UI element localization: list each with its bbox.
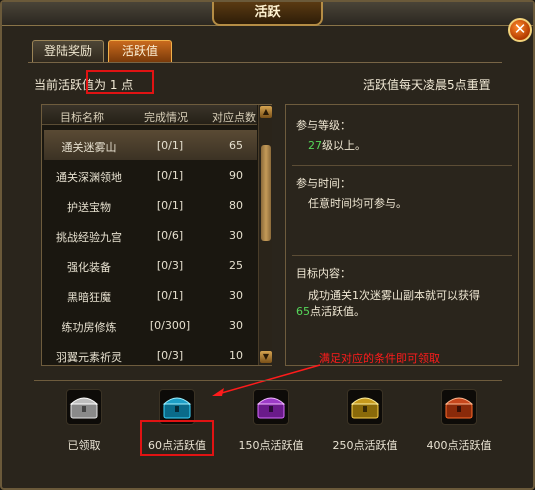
task-list-header: 目标名称 完成情况 对应点数 (42, 105, 257, 125)
chest-icon (66, 389, 102, 425)
header-points: 对应点数 (212, 111, 256, 124)
chest-icon (347, 389, 383, 425)
reward-400[interactable]: 400点活跃值 (419, 381, 499, 453)
table-row[interactable]: 通关迷雾山 [0/1] 65 (44, 130, 257, 160)
task-points: 25 (229, 259, 243, 272)
chest-icon (441, 389, 477, 425)
table-row[interactable]: 通关深渊领地 [0/1] 90 (44, 160, 257, 190)
table-row[interactable]: 练功房修炼 [0/300] 30 (44, 310, 257, 340)
reset-note: 活跃值每天凌晨5点重置 (363, 78, 491, 92)
task-points: 90 (229, 169, 243, 182)
current-points-highlight (86, 70, 154, 94)
task-detail-panel: 参与等级： 27级以上。 参与时间： 任意时间均可参与。 目标内容： 成功通关1… (285, 104, 519, 366)
task-name: 通关迷雾山 (61, 141, 117, 154)
reward-label: 150点活跃值 (238, 439, 304, 452)
task-name: 练功房修炼 (61, 321, 117, 334)
header-target-name: 目标名称 (60, 111, 104, 124)
time-label: 参与时间： (296, 177, 351, 190)
goal-suffix: 点活跃值。 (310, 305, 365, 318)
reward-claimed[interactable]: 已领取 (44, 381, 124, 453)
task-points: 30 (229, 229, 243, 242)
task-name: 强化装备 (67, 261, 111, 274)
task-name: 通关深渊领地 (56, 171, 122, 184)
reward-label: 250点活跃值 (332, 439, 398, 452)
reward-60-highlight (140, 420, 214, 456)
task-progress: [0/3] (156, 259, 184, 272)
reward-label: 已领取 (67, 439, 101, 452)
divider (292, 255, 512, 256)
task-progress: [0/6] (156, 229, 184, 242)
divider (292, 165, 512, 166)
level-value: 27 (308, 139, 322, 152)
scroll-thumb[interactable] (261, 145, 271, 241)
task-name: 黑暗狂魔 (67, 291, 111, 304)
task-progress: [0/1] (156, 169, 184, 182)
task-name: 挑战经验九宫 (56, 231, 122, 244)
window-title: 活跃 (212, 2, 323, 26)
goal-line-2: 65点活跃值。 (296, 303, 365, 319)
header-completion: 完成情况 (144, 111, 188, 124)
close-button[interactable]: ✕ (508, 18, 532, 42)
reward-label: 400点活跃值 (426, 439, 492, 452)
reward-bar: 已领取 60点活跃值 150点活跃值 250点活跃值 400点活跃值 (34, 380, 502, 460)
goal-line-1: 成功通关1次迷雾山副本就可以获得 (308, 289, 480, 302)
task-progress: [0/300] (149, 319, 191, 332)
goal-value: 65 (296, 305, 310, 318)
level-suffix: 级以上。 (322, 139, 366, 152)
table-row[interactable]: 黑暗狂魔 [0/1] 30 (44, 280, 257, 310)
table-row[interactable]: 挑战经验九宫 [0/6] 30 (44, 220, 257, 250)
time-value: 任意时间均可参与。 (308, 197, 407, 210)
title-bar: 活跃 (2, 2, 533, 26)
table-row[interactable]: 护送宝物 [0/1] 80 (44, 190, 257, 220)
scroll-up-icon[interactable]: ▲ (260, 106, 272, 118)
table-row[interactable]: 强化装备 [0/3] 25 (44, 250, 257, 280)
task-progress: [0/1] (156, 139, 184, 152)
task-progress: [0/1] (156, 289, 184, 302)
task-progress: [0/1] (156, 199, 184, 212)
tab-login-reward[interactable]: 登陆奖励 (32, 40, 104, 62)
reward-150[interactable]: 150点活跃值 (231, 381, 311, 453)
level-label: 参与等级： (296, 119, 351, 132)
annotation-text: 满足对应的条件即可领取 (319, 352, 440, 365)
task-points: 65 (229, 139, 243, 152)
task-name: 羽翼元素祈灵 (56, 351, 122, 364)
task-list: 目标名称 完成情况 对应点数 通关迷雾山 [0/1] 65 通关深渊领地 [0/… (41, 104, 272, 366)
task-points: 30 (229, 289, 243, 302)
task-points: 80 (229, 199, 243, 212)
task-list-scrollbar[interactable]: ▲ ▼ (258, 105, 272, 365)
tab-activity-points[interactable]: 活跃值 (108, 40, 172, 62)
chest-icon (253, 389, 289, 425)
level-requirement: 27级以上。 (308, 137, 366, 153)
task-points: 30 (229, 319, 243, 332)
task-name: 护送宝物 (67, 201, 111, 214)
reward-250[interactable]: 250点活跃值 (325, 381, 405, 453)
task-progress: [0/3] (156, 349, 184, 362)
goal-label: 目标内容： (296, 267, 351, 280)
